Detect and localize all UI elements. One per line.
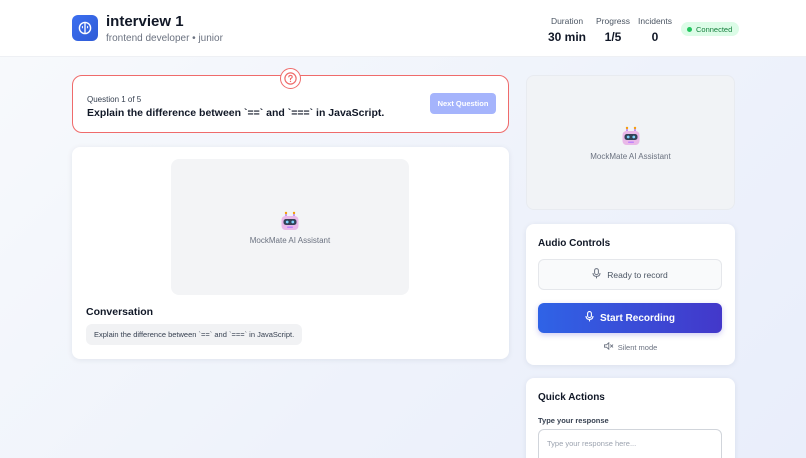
quick-actions-title: Quick Actions xyxy=(538,392,605,403)
ai-assistant-label: MockMate AI Assistant xyxy=(249,236,331,245)
silent-mode-label: Silent mode xyxy=(617,342,658,352)
connection-status-badge: Connected xyxy=(681,22,740,36)
question-counter: Question 1 of 5 xyxy=(87,95,142,104)
silent-mode-toggle[interactable]: Silent mode xyxy=(526,341,735,352)
side-ai-assistant-panel: MockMate AI Assistant xyxy=(526,75,735,210)
audio-controls-title: Audio Controls xyxy=(538,238,611,249)
recording-status: Ready to record xyxy=(538,259,722,290)
stat-value: 0 xyxy=(651,30,659,44)
status-text: Connected xyxy=(696,24,733,34)
stat-progress: Progress 1/5 xyxy=(596,16,630,44)
recording-status-text: Ready to record xyxy=(607,269,668,280)
microphone-icon xyxy=(592,268,601,281)
conversation-message: Explain the difference between `==` and … xyxy=(86,324,303,345)
speaker-muted-icon xyxy=(603,341,614,352)
interview-subtitle: frontend developer • junior xyxy=(106,33,223,44)
ai-assistant-label: MockMate AI Assistant xyxy=(590,152,671,161)
microphone-icon xyxy=(585,311,594,325)
stat-incidents: Incidents 0 xyxy=(638,16,672,44)
question-text: Explain the difference between `==` and … xyxy=(87,107,385,119)
ai-assistant-video: MockMate AI Assistant xyxy=(171,159,409,295)
brain-icon xyxy=(72,15,98,41)
response-label: Type your response xyxy=(538,416,609,425)
status-dot-icon xyxy=(687,26,692,32)
stat-label: Incidents xyxy=(638,16,673,26)
question-circle-icon xyxy=(280,68,301,89)
response-input[interactable] xyxy=(538,429,722,458)
audio-controls-card: Audio Controls Ready to record Start Rec… xyxy=(526,224,735,365)
start-recording-label: Start Recording xyxy=(599,312,675,324)
quick-actions-card: Quick Actions Type your response xyxy=(526,378,735,458)
robot-icon xyxy=(279,211,301,238)
next-question-button[interactable]: Next Question xyxy=(430,93,496,114)
interview-title: interview 1 xyxy=(106,13,184,30)
interview-main-card: MockMate AI Assistant Conversation Expla… xyxy=(72,147,509,359)
robot-icon xyxy=(620,126,642,153)
stat-duration: Duration 30 min xyxy=(548,16,586,44)
start-recording-button[interactable]: Start Recording xyxy=(538,303,722,333)
conversation-title: Conversation xyxy=(86,306,154,318)
stat-value: 1/5 xyxy=(604,30,622,44)
stat-label: Progress xyxy=(596,16,631,26)
stat-label: Duration xyxy=(550,16,584,26)
stat-value: 30 min xyxy=(548,30,587,44)
header: interview 1 frontend developer • junior … xyxy=(0,0,806,57)
